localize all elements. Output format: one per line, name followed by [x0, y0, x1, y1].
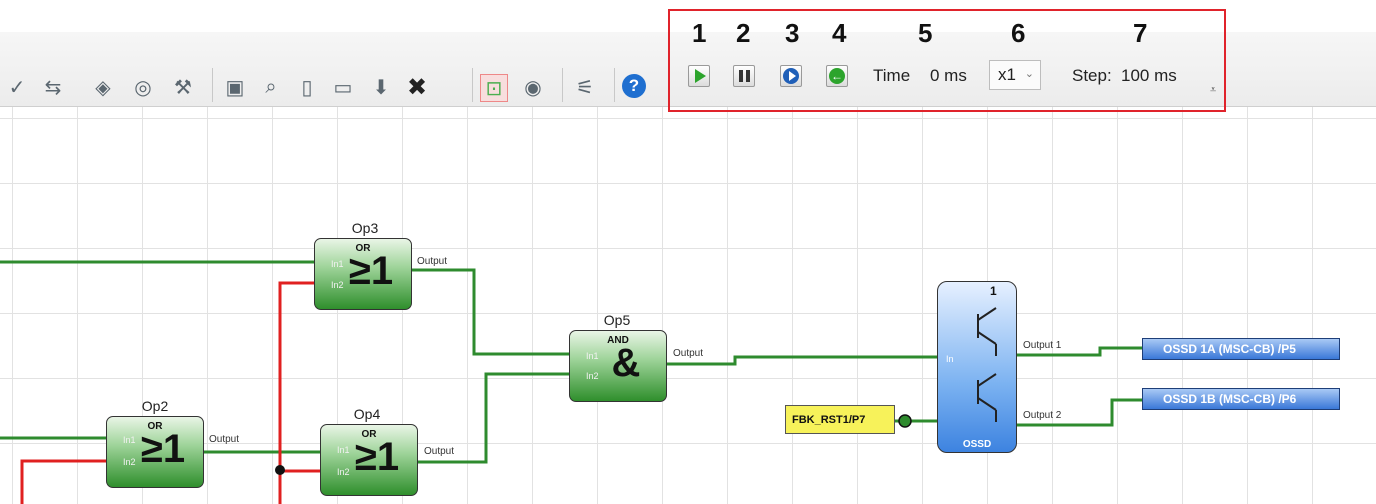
op4-label: Op4: [353, 406, 381, 422]
op2-output-label: Output: [209, 434, 240, 445]
op5-symbol: &: [611, 341, 641, 385]
wire-op3-out: [410, 268, 572, 356]
op5-in2: In2: [586, 371, 599, 381]
fbk-connector: [898, 414, 912, 428]
pause-icon: [738, 70, 743, 82]
op3-label: Op3: [351, 220, 379, 236]
op3-in2: In2: [331, 280, 344, 290]
time-value: 0 ms: [930, 66, 967, 85]
op5-block[interactable]: AND & In1 In2: [569, 330, 667, 402]
pause-icon-bar: [745, 70, 750, 82]
op2-in2: In2: [123, 457, 136, 467]
transistor-icon: [977, 307, 997, 422]
time-label: Time: [873, 66, 911, 85]
callout-6: 6: [1011, 18, 1026, 48]
wire-op5-out: [664, 355, 940, 366]
fbk-input-box[interactable]: FBK_RST1/P7: [785, 405, 895, 434]
callout-4: 4: [832, 18, 847, 48]
op2-symbol: ≥1: [140, 427, 186, 471]
op3-block[interactable]: OR ≥1 In1 In2: [314, 238, 412, 310]
op2-block[interactable]: OR ≥1 In1 In2: [106, 416, 204, 488]
play-icon: [694, 69, 706, 83]
step-forward-button[interactable]: [780, 65, 802, 87]
ossd-output2-label: Output 2: [1023, 410, 1062, 421]
ossd-1a-output-box[interactable]: OSSD 1A (MSC-CB) /P5: [1142, 338, 1340, 360]
op2-in1: In1: [123, 435, 136, 445]
op3-in1: In1: [331, 259, 344, 269]
op4-block[interactable]: OR ≥1 In1 In2: [320, 424, 418, 496]
speed-select[interactable]: x1 ⌄: [989, 60, 1041, 90]
ossd-1b-output-box[interactable]: OSSD 1B (MSC-CB) /P6: [1142, 388, 1340, 410]
wire-junction: [275, 465, 285, 475]
reset-button[interactable]: ←: [826, 65, 848, 87]
callout-7: 7: [1133, 18, 1148, 48]
chevron-down-icon: ⌄: [1024, 68, 1034, 80]
op3-output-label: Output: [417, 256, 448, 267]
play-button[interactable]: [688, 65, 710, 87]
op2-label: Op2: [141, 398, 169, 414]
ossd-name: OSSD: [962, 439, 992, 450]
toolbar-overflow-icon[interactable]: ⩡: [1210, 84, 1216, 97]
ossd-block[interactable]: 1 In OSSD: [937, 281, 1017, 453]
back-arrow-icon: ←: [829, 68, 845, 84]
callout-2: 2: [736, 18, 751, 48]
op4-in2: In2: [337, 467, 350, 477]
step-value: 100 ms: [1121, 66, 1177, 85]
step-label: Step:: [1072, 66, 1112, 85]
step-forward-icon: [783, 68, 799, 84]
ossd-output1-label: Output 1: [1023, 340, 1062, 351]
op5-label: Op5: [603, 312, 631, 328]
op5-output-label: Output: [673, 348, 704, 359]
callout-5: 5: [918, 18, 933, 48]
op4-output-label: Output: [424, 446, 455, 457]
speed-value: x1: [998, 65, 1016, 84]
op4-in1: In1: [337, 445, 350, 455]
pause-button[interactable]: [733, 65, 755, 87]
wire-op2-in2: [20, 459, 108, 504]
callout-1: 1: [692, 18, 707, 48]
op5-in1: In1: [586, 351, 599, 361]
callout-3: 3: [785, 18, 800, 48]
op4-symbol: ≥1: [354, 435, 400, 479]
op3-symbol: ≥1: [348, 249, 394, 293]
